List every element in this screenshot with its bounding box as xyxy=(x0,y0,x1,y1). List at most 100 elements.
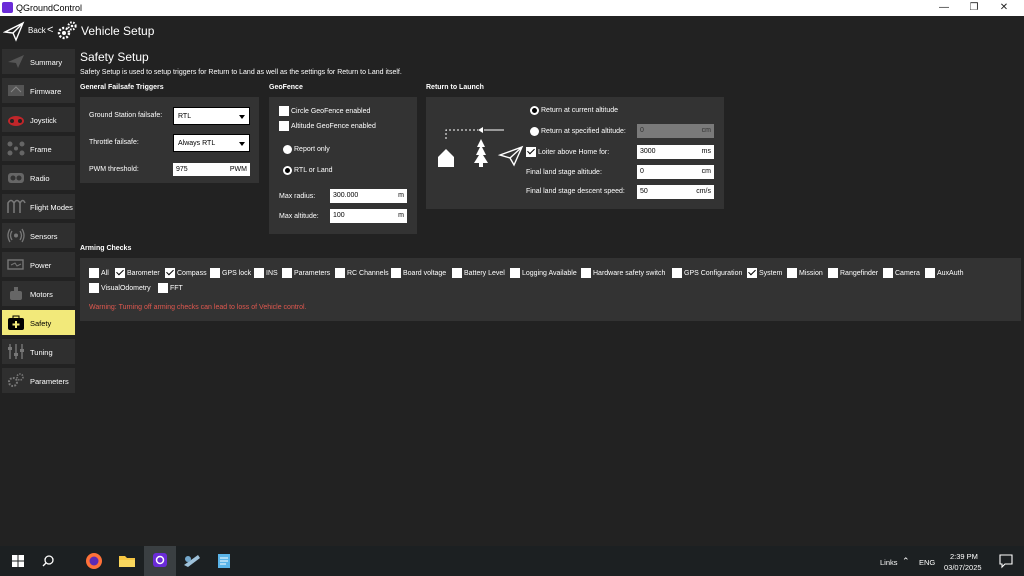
arming-check-rc-channels-checkbox[interactable] xyxy=(335,268,345,278)
sidebar-item-firmware[interactable]: Firmware xyxy=(2,78,75,103)
arming-check-rangefinder-checkbox[interactable] xyxy=(828,268,838,278)
vehicle-setup-header: Back < Vehicle Setup xyxy=(0,16,1024,46)
arming-check-battery-level-checkbox[interactable] xyxy=(452,268,462,278)
arming-check-auxauth-checkbox[interactable] xyxy=(925,268,935,278)
return-specified-altitude-radio[interactable] xyxy=(530,127,539,136)
final-land-altitude-unit: cm xyxy=(701,168,711,175)
geofence-panel: Circle GeoFence enabled Altitude GeoFenc… xyxy=(269,97,417,234)
pwm-threshold-value: 975 xyxy=(176,166,188,173)
arming-warning-text: Warning: Turning off arming checks can l… xyxy=(89,304,307,311)
notepad-icon[interactable] xyxy=(210,550,238,572)
sidebar-item-label: Frame xyxy=(30,145,52,154)
firefox-icon[interactable] xyxy=(80,550,108,572)
frame-icon xyxy=(7,141,25,156)
language-indicator[interactable]: ENG xyxy=(919,558,935,567)
arming-check-gps-config-checkbox[interactable] xyxy=(672,268,682,278)
sidebar-item-parameters[interactable]: Parameters xyxy=(2,368,75,393)
arming-check-hardware-safety-checkbox[interactable] xyxy=(581,268,591,278)
clock-time[interactable]: 2:39 PM xyxy=(950,552,978,561)
arming-check-label: FFT xyxy=(170,285,183,292)
rtl-diagram-illustration xyxy=(438,127,524,167)
arming-check-label: Barometer xyxy=(127,270,160,277)
sidebar-item-sensors[interactable]: Sensors xyxy=(2,223,75,248)
pwm-threshold-label: PWM threshold: xyxy=(89,166,139,173)
back-button[interactable]: Back xyxy=(28,26,46,35)
links-toolbar-label[interactable]: Links xyxy=(880,558,898,567)
arming-check-label: VisualOdometry xyxy=(101,285,151,292)
arming-check-mission-checkbox[interactable] xyxy=(787,268,797,278)
descent-speed-field[interactable]: 50 cm/s xyxy=(637,185,714,199)
radio-icon xyxy=(8,173,24,183)
return-current-altitude-radio[interactable] xyxy=(530,106,539,115)
chevron-up-icon[interactable]: ⌃ xyxy=(902,556,910,567)
pwm-threshold-field[interactable]: 975 PWM xyxy=(173,163,250,176)
report-only-radio[interactable] xyxy=(283,145,292,154)
arming-check-parameters-checkbox[interactable] xyxy=(282,268,292,278)
sidebar-item-frame[interactable]: Frame xyxy=(2,136,75,161)
search-icon[interactable] xyxy=(34,550,62,572)
sidebar-item-summary[interactable]: Summary xyxy=(2,49,75,74)
arming-check-system-checkbox[interactable] xyxy=(747,268,757,278)
max-altitude-field[interactable]: 100 m xyxy=(330,209,407,223)
specified-altitude-field[interactable]: 0 cm xyxy=(637,124,714,138)
loiter-time-field[interactable]: 3000 ms xyxy=(637,145,714,159)
qgroundcontrol-icon xyxy=(153,553,167,567)
close-icon[interactable]: ✕ xyxy=(997,1,1011,15)
specified-altitude-unit: cm xyxy=(701,127,711,134)
firmware-icon xyxy=(8,85,24,96)
report-only-label: Report only xyxy=(294,146,330,153)
loiter-above-home-checkbox[interactable] xyxy=(526,147,536,157)
arming-check-barometer-checkbox[interactable] xyxy=(115,268,125,278)
specified-altitude-value: 0 xyxy=(640,127,644,134)
descent-speed-value: 50 xyxy=(640,188,648,195)
max-radius-field[interactable]: 300.000 m xyxy=(330,189,407,203)
sidebar-item-label: Firmware xyxy=(30,87,62,96)
safety-first-aid-icon xyxy=(8,315,24,330)
notifications-icon[interactable] xyxy=(992,550,1020,572)
minimize-icon[interactable]: — xyxy=(937,1,951,15)
arming-check-label: All xyxy=(101,270,109,277)
circle-geofence-checkbox[interactable] xyxy=(279,106,289,116)
gcs-failsafe-value: RTL xyxy=(178,113,192,120)
sidebar-item-power[interactable]: Power xyxy=(2,252,75,277)
arming-check-all-checkbox[interactable] xyxy=(89,268,99,278)
arming-check-label: GPS Configuration xyxy=(684,270,743,277)
motors-icon xyxy=(10,287,22,300)
throttle-failsafe-label: Throttle failsafe: xyxy=(89,139,139,146)
arming-check-fft-checkbox[interactable] xyxy=(158,283,168,293)
sidebar-item-radio[interactable]: Radio xyxy=(2,165,75,190)
throttle-failsafe-select[interactable]: Always RTL xyxy=(173,134,250,152)
arming-check-label: RC Channels xyxy=(347,270,389,277)
arming-check-label: Hardware safety switch xyxy=(593,270,666,277)
file-explorer-icon[interactable] xyxy=(113,550,141,572)
rtl-or-land-radio[interactable] xyxy=(283,166,292,175)
failsafe-heading: General Failsafe Triggers xyxy=(80,84,164,91)
mission-planner-icon[interactable] xyxy=(178,550,206,572)
arming-check-camera-checkbox[interactable] xyxy=(883,268,893,278)
sidebar-item-tuning[interactable]: Tuning xyxy=(2,339,75,364)
start-icon[interactable] xyxy=(4,550,32,572)
back-paper-plane-icon[interactable] xyxy=(3,20,25,42)
clock-date[interactable]: 03/07/2025 xyxy=(944,563,982,572)
loiter-time-unit: ms xyxy=(701,148,711,155)
arming-check-ins-checkbox[interactable] xyxy=(254,268,264,278)
chevron-down-icon xyxy=(239,115,245,119)
qgroundcontrol-taskbar-button[interactable] xyxy=(144,546,176,576)
sidebar-item-joystick[interactable]: Joystick xyxy=(2,107,75,132)
max-radius-value: 300.000 xyxy=(333,192,359,199)
arming-check-logging-checkbox[interactable] xyxy=(510,268,520,278)
arming-check-visualodometry-checkbox[interactable] xyxy=(89,283,99,293)
altitude-geofence-checkbox[interactable] xyxy=(279,121,289,131)
final-land-altitude-field[interactable]: 0 cm xyxy=(637,165,714,179)
sidebar-item-safety[interactable]: Safety xyxy=(2,310,75,335)
maximize-icon[interactable]: ❐ xyxy=(967,1,981,15)
arming-check-label: Logging Available xyxy=(522,270,577,277)
window-titlebar: QGroundControl — ❐ ✕ xyxy=(0,0,1024,16)
arming-check-compass-checkbox[interactable] xyxy=(165,268,175,278)
arming-check-gps-lock-checkbox[interactable] xyxy=(210,268,220,278)
gcs-failsafe-select[interactable]: RTL xyxy=(173,107,250,125)
sidebar-item-motors[interactable]: Motors xyxy=(2,281,75,306)
descent-speed-label: Final land stage descent speed: xyxy=(526,188,625,195)
arming-check-board-voltage-checkbox[interactable] xyxy=(391,268,401,278)
sidebar-item-flight-modes[interactable]: Flight Modes xyxy=(2,194,75,219)
